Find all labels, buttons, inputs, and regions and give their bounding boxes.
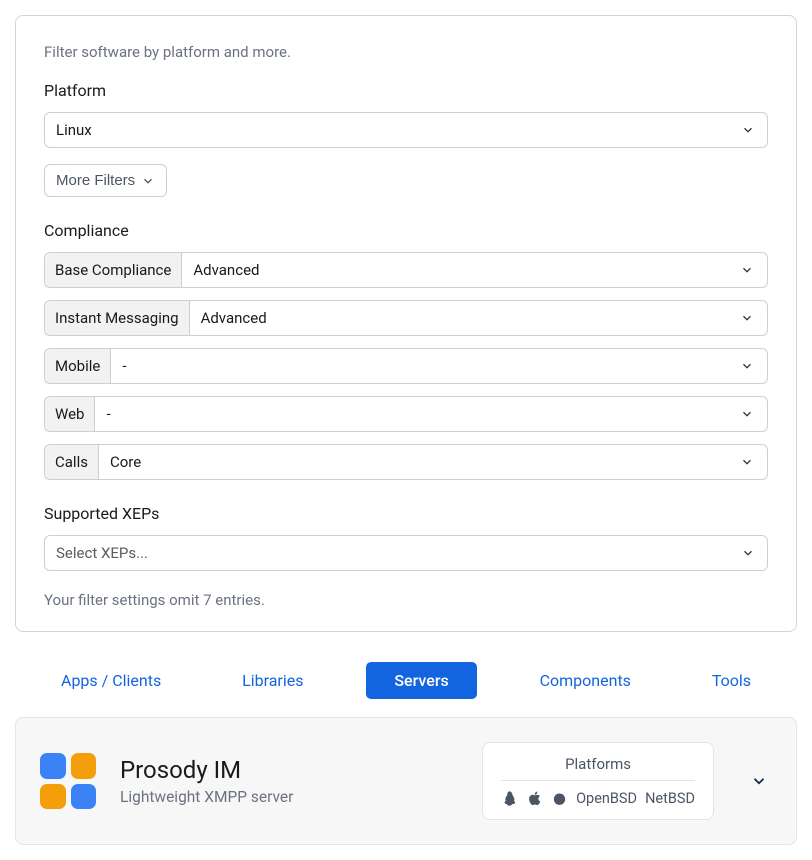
category-tabs: Apps / Clients Libraries Servers Compone…	[43, 662, 769, 699]
result-main: Prosody IM Lightweight XMPP server	[120, 756, 458, 806]
compliance-row-mobile: Mobile -	[44, 348, 768, 384]
tab-tools[interactable]: Tools	[694, 662, 769, 699]
apple-icon	[526, 790, 543, 807]
compliance-select-web[interactable]: -	[95, 397, 767, 431]
compliance-row-label: Instant Messaging	[45, 301, 190, 335]
compliance-row-base: Base Compliance Advanced	[44, 252, 768, 288]
tab-servers[interactable]: Servers	[366, 662, 476, 699]
tab-libraries[interactable]: Libraries	[224, 662, 321, 699]
result-subtitle: Lightweight XMPP server	[120, 788, 458, 806]
compliance-select-mobile[interactable]: -	[111, 349, 767, 383]
compliance-row-label: Base Compliance	[45, 253, 182, 287]
chevron-down-icon	[740, 311, 754, 325]
expand-card-button[interactable]	[750, 772, 768, 790]
compliance-row-calls: Calls Core	[44, 444, 768, 480]
result-title: Prosody IM	[120, 756, 458, 784]
filter-omit-text: Your filter settings omit 7 entries.	[44, 591, 768, 609]
compliance-select-value: -	[122, 357, 126, 375]
xeps-section: Supported XEPs Select XEPs...	[44, 504, 768, 571]
platforms-box: Platforms OpenBSD NetBSD	[482, 742, 714, 820]
compliance-select-value: Advanced	[201, 309, 267, 327]
platforms-heading: Platforms	[501, 755, 695, 781]
xeps-placeholder: Select XEPs...	[56, 544, 148, 562]
chevron-down-icon	[740, 263, 754, 277]
compliance-select-im[interactable]: Advanced	[190, 301, 767, 335]
compliance-select-calls[interactable]: Core	[99, 445, 767, 479]
xeps-label: Supported XEPs	[44, 504, 768, 523]
prosody-app-icon	[40, 753, 96, 809]
platform-text-netbsd: NetBSD	[645, 790, 695, 807]
chevron-down-icon	[740, 407, 754, 421]
platform-label: Platform	[44, 81, 768, 100]
compliance-row-label: Mobile	[45, 349, 111, 383]
platform-select[interactable]: Linux	[44, 112, 768, 148]
compliance-select-value: -	[106, 405, 110, 423]
chevron-down-icon	[740, 455, 754, 469]
chevron-down-icon	[141, 174, 155, 188]
tab-apps-clients[interactable]: Apps / Clients	[43, 662, 179, 699]
platform-select-value: Linux	[56, 121, 92, 139]
compliance-row-label: Calls	[45, 445, 99, 479]
compliance-label: Compliance	[44, 221, 768, 240]
platforms-row: OpenBSD NetBSD	[501, 790, 695, 807]
more-filters-label: More Filters	[56, 172, 135, 189]
filter-intro-text: Filter software by platform and more.	[44, 43, 768, 61]
compliance-group: Base Compliance Advanced Instant Messagi…	[44, 252, 768, 480]
filter-panel: Filter software by platform and more. Pl…	[15, 15, 797, 632]
compliance-row-im: Instant Messaging Advanced	[44, 300, 768, 336]
result-card[interactable]: Prosody IM Lightweight XMPP server Platf…	[15, 717, 797, 845]
compliance-select-base[interactable]: Advanced	[182, 253, 767, 287]
compliance-select-value: Core	[110, 453, 141, 471]
more-filters-button[interactable]: More Filters	[44, 164, 167, 197]
compliance-row-web: Web -	[44, 396, 768, 432]
freebsd-icon	[551, 790, 568, 807]
compliance-row-label: Web	[45, 397, 95, 431]
xeps-select[interactable]: Select XEPs...	[44, 535, 768, 571]
linux-icon	[501, 790, 518, 807]
compliance-select-value: Advanced	[193, 261, 259, 279]
chevron-down-icon	[740, 359, 754, 373]
platform-text-openbsd: OpenBSD	[576, 790, 637, 807]
tab-components[interactable]: Components	[522, 662, 649, 699]
